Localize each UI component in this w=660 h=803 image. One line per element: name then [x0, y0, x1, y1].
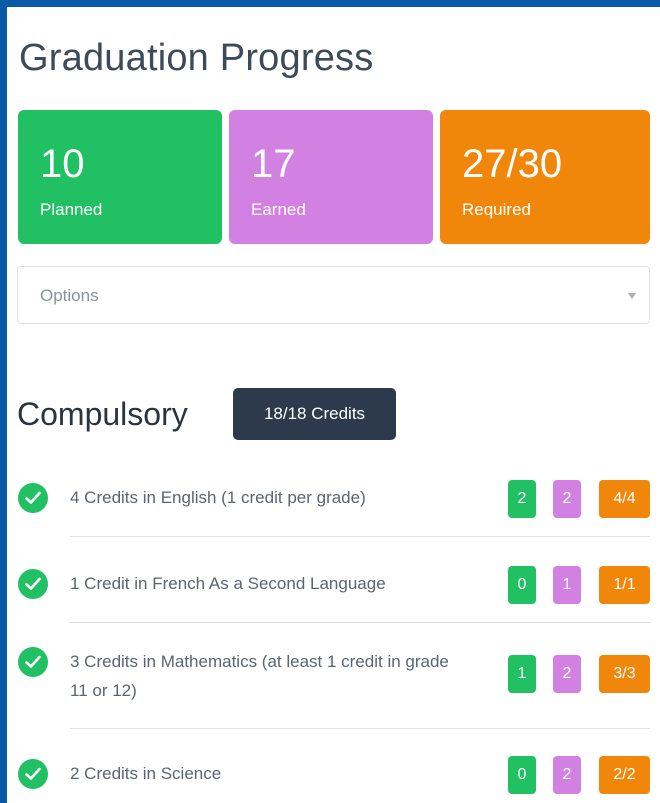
planned-label: Planned — [40, 200, 103, 219]
requirement-row: 4 Credits in English (1 credit per grade… — [7, 477, 660, 521]
required-pill: 3/3 — [599, 655, 650, 693]
row-divider — [70, 536, 650, 537]
earned-pill: 2 — [553, 480, 581, 518]
row-divider — [70, 622, 650, 623]
requirement-row: 1 Credit in French As a Second Language … — [7, 563, 660, 607]
graduation-progress-panel: Graduation Progress 10 Planned 17 Earned… — [7, 7, 660, 803]
earned-value: 17 — [251, 142, 296, 186]
required-pill: 4/4 — [599, 480, 650, 518]
planned-pill: 0 — [508, 566, 536, 604]
section-title-compulsory: Compulsory — [17, 396, 188, 432]
earned-label: Earned — [251, 200, 306, 219]
caret-down-icon — [628, 293, 636, 299]
earned-pill: 2 — [553, 655, 581, 693]
required-pill: 2/2 — [599, 756, 650, 794]
requirement-text: 1 Credit in French As a Second Language — [70, 574, 386, 593]
options-dropdown[interactable]: Options — [17, 266, 650, 324]
planned-stat-card: 10 Planned — [18, 110, 222, 244]
requirement-text: 3 Credits in Mathematics (at least 1 cre… — [70, 652, 449, 700]
check-circle-icon — [18, 569, 48, 599]
requirement-row: 3 Credits in Mathematics (at least 1 cre… — [7, 647, 660, 711]
check-circle-icon — [18, 647, 48, 677]
planned-value: 10 — [40, 142, 85, 186]
check-circle-icon — [18, 483, 48, 513]
planned-pill: 1 — [508, 655, 536, 693]
earned-stat-card: 17 Earned — [229, 110, 433, 244]
credits-badge: 18/18 Credits — [233, 388, 396, 440]
requirement-text: 2 Credits in Science — [70, 764, 222, 783]
check-circle-icon — [18, 759, 48, 789]
required-value: 27/30 — [462, 142, 563, 186]
options-placeholder: Options — [40, 286, 99, 305]
required-stat-card: 27/30 Required — [440, 110, 650, 244]
row-divider — [70, 728, 650, 729]
planned-pill: 2 — [508, 480, 536, 518]
required-pill: 1/1 — [599, 566, 650, 604]
requirement-row: 2 Credits in Science 0 2 2/2 — [7, 755, 660, 799]
earned-pill: 2 — [553, 756, 581, 794]
requirement-text: 4 Credits in English (1 credit per grade… — [70, 488, 366, 507]
page-title: Graduation Progress — [19, 37, 374, 79]
required-label: Required — [462, 200, 531, 219]
planned-pill: 0 — [508, 756, 536, 794]
earned-pill: 1 — [553, 566, 581, 604]
